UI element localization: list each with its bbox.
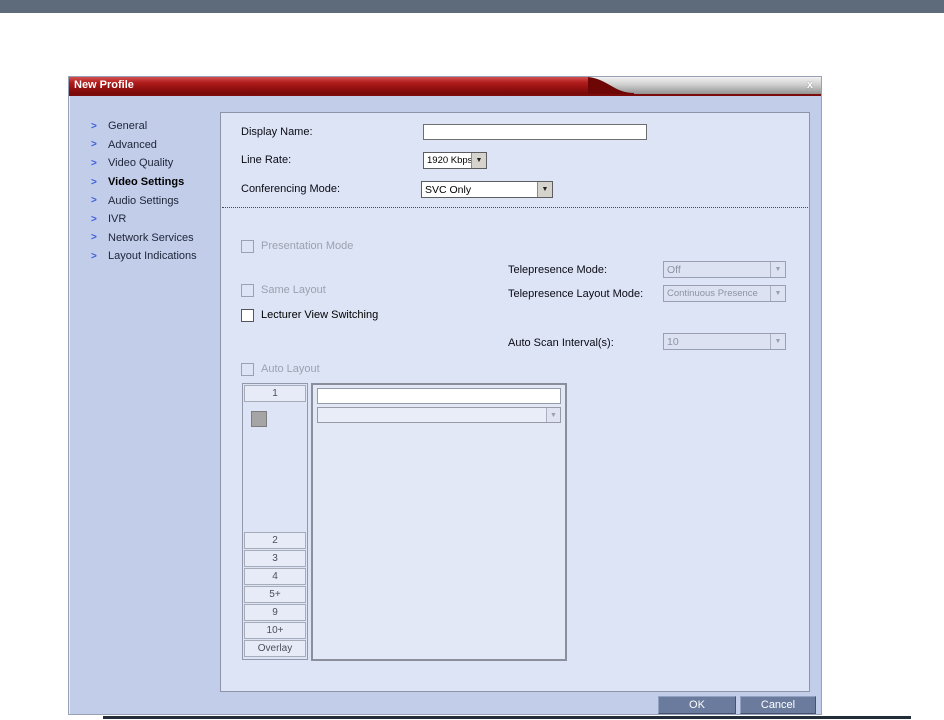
layout-count-button-9[interactable]: 9	[244, 604, 306, 621]
auto-scan-interval-value: 10	[667, 335, 679, 348]
nav-item-advanced[interactable]: > Advanced	[91, 136, 216, 155]
chevron-right-icon: >	[91, 157, 97, 169]
nav-item-label: Video Settings	[108, 176, 185, 189]
nav-item-label: Layout Indications	[108, 250, 197, 263]
nav-item-audio-settings[interactable]: > Audio Settings	[91, 191, 216, 210]
lecturer-view-switching-label: Lecturer View Switching	[261, 309, 379, 321]
nav-item-label: General	[108, 120, 148, 133]
layout-count-button-2[interactable]: 2	[244, 532, 306, 549]
telepresence-mode-label: Telepresence Mode:	[508, 264, 608, 276]
settings-nav: > General > Advanced > Video Quality > V…	[91, 117, 216, 266]
chevron-right-icon: >	[91, 120, 97, 132]
telepresence-mode-select: Off ▼	[663, 261, 786, 278]
nav-item-label: Video Quality	[108, 157, 174, 170]
ok-button[interactable]: OK	[658, 696, 736, 714]
chevron-down-icon[interactable]: ▼	[537, 182, 552, 197]
layout-name-field	[317, 388, 561, 404]
layout-variant-select: ▼	[317, 407, 561, 423]
chevron-right-icon: >	[91, 232, 97, 244]
new-profile-dialog: New Profile x > General > Advanced > Vid…	[68, 76, 822, 715]
auto-layout-checkbox	[241, 363, 254, 376]
auto-scan-interval-select: 10 ▼	[663, 333, 786, 350]
nav-item-label: Advanced	[108, 138, 157, 151]
nav-item-video-quality[interactable]: > Video Quality	[91, 154, 216, 173]
same-layout-label: Same Layout	[261, 284, 326, 296]
page-bottom-rule	[103, 716, 911, 719]
dialog-title: New Profile	[74, 79, 134, 91]
layout-count-column: 1 2 3 4 5+ 9 10+ Overlay	[242, 383, 308, 660]
layout-thumbnail-icon[interactable]	[251, 411, 267, 427]
close-icon[interactable]: x	[807, 79, 813, 91]
auto-layout-label: Auto Layout	[261, 363, 320, 375]
chevron-right-icon: >	[91, 139, 97, 151]
display-name-label: Display Name:	[241, 126, 313, 138]
layout-preview-panel: ▼	[311, 383, 567, 661]
nav-item-network-services[interactable]: > Network Services	[91, 229, 216, 248]
video-settings-panel: Display Name: Line Rate: 1920 Kbps ▼ Con…	[220, 112, 810, 692]
chevron-right-icon: >	[91, 250, 97, 262]
auto-scan-interval-label: Auto Scan Interval(s):	[508, 337, 614, 349]
titlebar-swoosh-shape	[587, 77, 634, 94]
screen: New Profile x > General > Advanced > Vid…	[0, 0, 944, 720]
line-rate-select[interactable]: 1920 Kbps ▼	[423, 152, 487, 169]
nav-item-video-settings[interactable]: > Video Settings	[91, 173, 216, 192]
chevron-down-icon[interactable]: ▼	[471, 153, 486, 168]
layout-count-button-5plus[interactable]: 5+	[244, 586, 306, 603]
chevron-down-icon: ▼	[770, 334, 785, 349]
telepresence-layout-mode-label: Telepresence Layout Mode:	[508, 288, 644, 300]
cancel-button[interactable]: Cancel	[740, 696, 816, 714]
section-divider	[222, 207, 808, 208]
telepresence-layout-mode-value: Continuous Presence	[667, 288, 758, 299]
chevron-down-icon: ▼	[770, 286, 785, 301]
layout-count-button-4[interactable]: 4	[244, 568, 306, 585]
chevron-down-icon: ▼	[770, 262, 785, 277]
nav-item-ivr[interactable]: > IVR	[91, 210, 216, 229]
line-rate-value: 1920 Kbps	[427, 155, 471, 166]
conferencing-mode-label: Conferencing Mode:	[241, 183, 341, 195]
telepresence-layout-mode-select: Continuous Presence ▼	[663, 285, 786, 302]
same-layout-checkbox	[241, 284, 254, 297]
nav-item-label: IVR	[108, 213, 127, 226]
line-rate-label: Line Rate:	[241, 154, 292, 166]
chevron-right-icon: >	[91, 213, 97, 225]
layout-column-spacer	[244, 427, 306, 532]
telepresence-mode-value: Off	[667, 263, 681, 276]
presentation-mode-checkbox	[241, 240, 254, 253]
nav-item-general[interactable]: > General	[91, 117, 216, 136]
presentation-mode-label: Presentation Mode	[261, 240, 354, 252]
dialog-titlebar[interactable]: New Profile x	[69, 77, 821, 96]
layout-count-button-10plus[interactable]: 10+	[244, 622, 306, 639]
page-top-bar	[0, 0, 944, 13]
conferencing-mode-select[interactable]: SVC Only ▼	[421, 181, 553, 198]
nav-item-label: Audio Settings	[108, 194, 179, 207]
lecturer-view-switching-checkbox[interactable]	[241, 309, 254, 322]
nav-item-label: Network Services	[108, 231, 194, 244]
layout-count-button-overlay[interactable]: Overlay	[244, 640, 306, 657]
conferencing-mode-value: SVC Only	[425, 183, 472, 196]
chevron-right-icon: >	[91, 195, 97, 207]
layout-count-button-1[interactable]: 1	[244, 385, 306, 402]
chevron-down-icon: ▼	[546, 408, 560, 422]
display-name-input[interactable]	[423, 124, 647, 140]
layout-count-button-3[interactable]: 3	[244, 550, 306, 567]
chevron-right-icon: >	[91, 176, 97, 188]
titlebar-red-gradient	[69, 77, 588, 94]
nav-item-layout-indications[interactable]: > Layout Indications	[91, 247, 216, 266]
